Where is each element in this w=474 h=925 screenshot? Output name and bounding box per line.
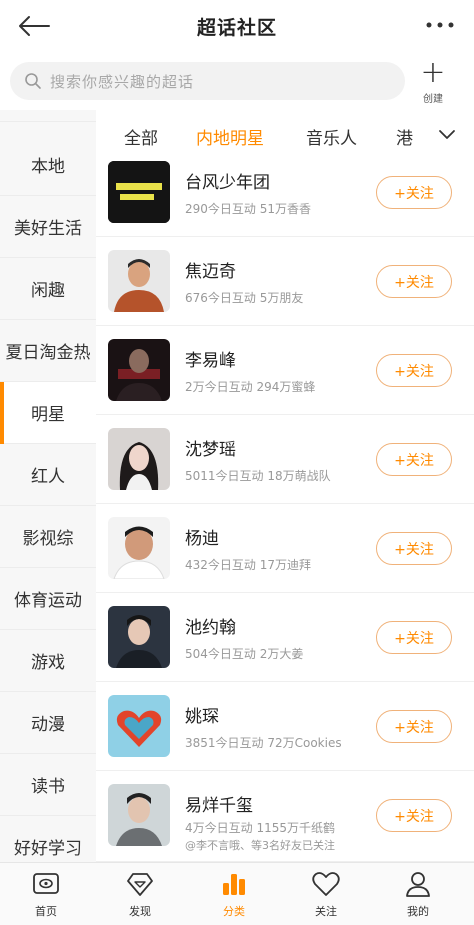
- topic-name: 易烊千玺: [185, 796, 253, 816]
- heart-icon: [311, 869, 341, 899]
- more-dots-icon: [426, 22, 454, 28]
- nav-label: 关注: [315, 905, 337, 918]
- sidebar-item-local[interactable]: 本地: [0, 134, 96, 196]
- topic-name: 杨迪: [185, 529, 219, 549]
- sidebar-item-good-life[interactable]: 美好生活: [0, 196, 96, 258]
- sidebar-item-anime[interactable]: 动漫: [0, 692, 96, 754]
- list-item[interactable]: 易烊千玺 4万今日互动 1155万千纸鹤 @李不言哦、等3名好友已关注 +关注: [96, 771, 474, 862]
- back-arrow-icon: [19, 16, 50, 36]
- sidebar-item-partial[interactable]: [0, 110, 96, 122]
- topic-stats: 504今日互动 2万大姜: [185, 647, 304, 661]
- sidebar-item-influencers[interactable]: 红人: [0, 444, 96, 506]
- follow-button[interactable]: +关注: [376, 799, 452, 832]
- create-button[interactable]: + 创建: [412, 58, 454, 106]
- bar-chart-icon: [219, 869, 249, 899]
- sidebar-item-games[interactable]: 游戏: [0, 630, 96, 692]
- app-root: 超话社区 搜索你感兴趣的超话 + 创建 本地 美好生活 闲趣 夏日淘金热 明星 …: [0, 0, 474, 925]
- sidebar-item-sports[interactable]: 体育运动: [0, 568, 96, 630]
- plus-icon: +: [420, 55, 446, 90]
- nav-label: 发现: [129, 905, 151, 918]
- search-icon: [24, 72, 42, 90]
- search-placeholder: 搜索你感兴趣的超话: [50, 72, 195, 91]
- follow-button[interactable]: +关注: [376, 265, 452, 298]
- avatar: [108, 784, 170, 846]
- top-bar: 超话社区: [0, 0, 474, 52]
- tab-musicians[interactable]: 音乐人: [306, 124, 357, 149]
- sidebar-item-film-tv[interactable]: 影视综: [0, 506, 96, 568]
- list-item[interactable]: 沈梦瑶 5011今日互动 18万萌战队 +关注: [96, 415, 474, 504]
- topic-name: 池约翰: [185, 618, 236, 638]
- topic-stats: 5011今日互动 18万萌战队: [185, 469, 331, 483]
- list-item[interactable]: 杨迪 432今日互动 17万迪拜 +关注: [96, 504, 474, 593]
- topic-name: 台风少年团: [185, 173, 270, 193]
- tab-hk[interactable]: 港: [396, 124, 413, 149]
- list-item[interactable]: 姚琛 3851今日互动 72万Cookies +关注: [96, 682, 474, 771]
- nav-follow[interactable]: 关注: [296, 869, 356, 925]
- sidebar-item-stars[interactable]: 明星: [0, 382, 96, 444]
- topic-name: 沈梦瑶: [185, 440, 236, 460]
- nav-me[interactable]: 我的: [388, 869, 448, 925]
- avatar: [108, 428, 170, 490]
- more-button[interactable]: [422, 10, 458, 40]
- page-title: 超话社区: [196, 16, 277, 39]
- sidebar-item-study[interactable]: 好好学习: [0, 816, 96, 862]
- nav-home[interactable]: 首页: [16, 869, 76, 925]
- nav-label: 我的: [407, 905, 429, 918]
- back-button[interactable]: [12, 8, 56, 44]
- topic-name: 李易峰: [185, 351, 236, 371]
- follow-button[interactable]: +关注: [376, 176, 452, 209]
- follow-button[interactable]: +关注: [376, 621, 452, 654]
- topic-stats: 3851今日互动 72万Cookies: [185, 736, 342, 750]
- avatar: [108, 161, 170, 223]
- topic-stats: 4万今日互动 1155万千纸鹤: [185, 821, 335, 835]
- chevron-down-icon[interactable]: [432, 124, 462, 144]
- follow-button[interactable]: +关注: [376, 710, 452, 743]
- topic-stats: 290今日互动 51万香香: [185, 202, 311, 216]
- search-row: 搜索你感兴趣的超话 + 创建: [0, 52, 474, 110]
- topic-stats: 676今日互动 5万朋友: [185, 291, 304, 305]
- avatar: [108, 339, 170, 401]
- follow-button[interactable]: +关注: [376, 354, 452, 387]
- sidebar-item-summer[interactable]: 夏日淘金热: [0, 320, 96, 382]
- person-icon: [403, 869, 433, 899]
- avatar: [108, 606, 170, 668]
- search-input[interactable]: 搜索你感兴趣的超话: [10, 62, 405, 100]
- avatar: [108, 517, 170, 579]
- tab-all[interactable]: 全部: [124, 124, 158, 149]
- create-label: 创建: [423, 94, 443, 105]
- super-topic-list: 台风少年团 290今日互动 51万香香 +关注 焦迈奇 676今日互动 5万朋友…: [96, 148, 474, 862]
- sidebar-item-reading[interactable]: 读书: [0, 754, 96, 816]
- avatar: [108, 695, 170, 757]
- topic-name: 焦迈奇: [185, 262, 236, 282]
- diamond-icon: [125, 869, 155, 899]
- topic-stats: 432今日互动 17万迪拜: [185, 558, 311, 572]
- avatar: [108, 250, 170, 312]
- bottom-nav: 首页 发现 分类 关注 我的: [0, 862, 474, 925]
- nav-category[interactable]: 分类: [204, 869, 264, 925]
- list-item[interactable]: 焦迈奇 676今日互动 5万朋友 +关注: [96, 237, 474, 326]
- follow-button[interactable]: +关注: [376, 532, 452, 565]
- home-icon: [31, 869, 61, 899]
- sidebar-item-leisure[interactable]: 闲趣: [0, 258, 96, 320]
- list-item[interactable]: 台风少年团 290今日互动 51万香香 +关注: [96, 148, 474, 237]
- list-item[interactable]: 池约翰 504今日互动 2万大姜 +关注: [96, 593, 474, 682]
- category-sidebar: 本地 美好生活 闲趣 夏日淘金热 明星 红人 影视综 体育运动 游戏 动漫 读书…: [0, 110, 96, 862]
- list-item[interactable]: 李易峰 2万今日互动 294万蜜蜂 +关注: [96, 326, 474, 415]
- tab-mainland-stars[interactable]: 内地明星: [196, 124, 264, 149]
- topic-stats: 2万今日互动 294万蜜蜂: [185, 380, 316, 394]
- topic-name: 姚琛: [185, 707, 219, 727]
- nav-label: 首页: [35, 905, 57, 918]
- nav-label: 分类: [223, 905, 245, 918]
- friends-followed: @李不言哦、等3名好友已关注: [185, 839, 335, 852]
- nav-discover[interactable]: 发现: [110, 869, 170, 925]
- follow-button[interactable]: +关注: [376, 443, 452, 476]
